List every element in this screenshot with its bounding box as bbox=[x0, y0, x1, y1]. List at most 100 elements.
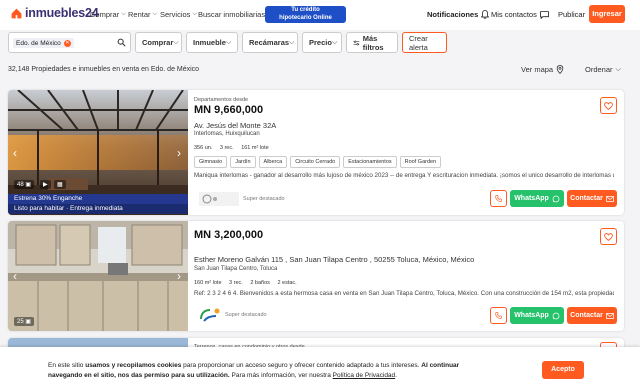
phone-icon[interactable] bbox=[490, 307, 507, 324]
credit-line-2: hipotecario Online bbox=[279, 14, 332, 21]
previous-photo-icon[interactable]: ‹ bbox=[10, 269, 20, 283]
close-icon[interactable]: ✕ bbox=[63, 39, 71, 47]
nav-rentar[interactable]: Rentar ⌵ bbox=[128, 10, 157, 19]
accept-cookies-button[interactable]: Acepto bbox=[542, 361, 584, 379]
more-filters-button[interactable]: Más filtros bbox=[346, 32, 398, 53]
chevron-down-icon: ⌵ bbox=[615, 65, 621, 73]
chevron-down-icon: ⌵ bbox=[289, 38, 295, 46]
search-icon[interactable] bbox=[117, 38, 126, 47]
contact-button[interactable]: Contactar bbox=[567, 307, 617, 324]
nav-servicios[interactable]: Servicios ⌵ bbox=[160, 10, 197, 19]
sliders-icon bbox=[353, 40, 360, 45]
feature-bedrooms: 3 rec. bbox=[229, 280, 243, 286]
sort-dropdown[interactable]: Ordenar ⌵ bbox=[585, 65, 621, 74]
feature-bedrooms: 3 rec. bbox=[219, 145, 234, 151]
nav-buscar-label: Buscar inmobiliarias bbox=[198, 10, 266, 19]
contacts-link[interactable]: Mis contactos bbox=[491, 10, 549, 19]
listing-description: Ref: 2 3 2 4 6 4. Bienvenidos a esta her… bbox=[194, 290, 614, 297]
listing-card[interactable]: ‹ › 25 ▣ MN 3,200,000 Esther Moreno Galv… bbox=[8, 221, 624, 331]
amenity-tag: Roof Garden bbox=[399, 156, 442, 168]
publisher-label: Super destacado bbox=[243, 196, 285, 202]
floorplan-icon: ▦ bbox=[54, 180, 66, 189]
listing-photo[interactable]: ‹ › 48 ▣ ▶ ▦ Estrena 30% Enganche Listo … bbox=[8, 90, 188, 215]
listing-card[interactable]: ‹ › 48 ▣ ▶ ▦ Estrena 30% Enganche Listo … bbox=[8, 90, 624, 215]
next-photo-icon[interactable]: › bbox=[174, 146, 184, 160]
listing-address[interactable]: Av. Jesús del Monte 32A bbox=[194, 121, 276, 130]
price-filter-button[interactable]: Precio ⌵ bbox=[302, 32, 342, 53]
chevron-down-icon: ⌵ bbox=[152, 11, 158, 17]
feature-bathrooms: 2 baños bbox=[250, 280, 270, 286]
cookie-text-part: . bbox=[395, 372, 397, 379]
favorite-heart-icon[interactable] bbox=[600, 228, 617, 245]
property-photo-image bbox=[8, 221, 188, 331]
property-type-filter-button[interactable]: Inmueble ⌵ bbox=[186, 32, 238, 53]
envelope-icon bbox=[605, 312, 614, 319]
privacy-policy-link[interactable]: Política de Privacidad bbox=[333, 372, 396, 379]
heart-icon bbox=[604, 101, 613, 110]
amenity-tags: Gimnasio Jardín Alberca Circuito Cerrado… bbox=[194, 156, 444, 168]
amenity-tag: Jardín bbox=[230, 156, 256, 168]
phone-glyph-icon bbox=[495, 312, 502, 319]
listing-features: 356 un. 3 rec. 161 m² lote bbox=[194, 145, 269, 151]
camera-icon: ▣ bbox=[25, 182, 32, 188]
property-type: Departamentos desde bbox=[194, 97, 249, 103]
publisher-logo-image bbox=[200, 308, 220, 322]
view-map-link[interactable]: Ver mapa bbox=[521, 65, 564, 74]
whatsapp-button[interactable]: WhatsApp bbox=[510, 307, 564, 324]
phone-icon[interactable] bbox=[490, 190, 507, 207]
previous-photo-icon[interactable]: ‹ bbox=[10, 146, 20, 160]
property-type-filter-label: Inmueble bbox=[193, 38, 226, 47]
nav-rentar-label: Rentar bbox=[128, 10, 151, 19]
listing-location: San Juan Tilapa Centro, Toluca bbox=[194, 266, 278, 272]
nav-comprar[interactable]: Comprar ⌵ bbox=[90, 10, 126, 19]
feature-parking: 2 estac. bbox=[277, 280, 297, 286]
view-map-label: Ver mapa bbox=[521, 65, 554, 74]
cookie-text: En este sitio usamos y recopilamos cooki… bbox=[48, 361, 488, 381]
contact-button[interactable]: Contactar bbox=[567, 190, 617, 207]
nav-buscar-inmobiliarias[interactable]: Buscar inmobiliarias bbox=[198, 10, 265, 19]
cookie-text-part: En este sitio bbox=[48, 362, 86, 369]
bedrooms-filter-label: Recámaras bbox=[249, 38, 290, 47]
mortgage-credit-button[interactable]: Tu crédito hipotecario Online bbox=[265, 6, 346, 23]
chevron-down-icon: ⌵ bbox=[192, 11, 197, 17]
location-chip-label: Edo. de México bbox=[16, 39, 61, 47]
nav-comprar-label: Comprar bbox=[90, 10, 120, 19]
publish-link[interactable]: Publicar bbox=[558, 10, 585, 19]
operation-filter-button[interactable]: Comprar ⌵ bbox=[135, 32, 182, 53]
location-search-input[interactable]: Edo. de México ✕ bbox=[8, 32, 131, 53]
map-pin-icon bbox=[556, 65, 564, 74]
amenity-tag: Circuito Cerrado bbox=[290, 156, 341, 168]
availability-banner: Listo para habitar · Entrega inmediata bbox=[8, 204, 188, 214]
whatsapp-label: WhatsApp bbox=[514, 312, 549, 319]
login-button[interactable]: Ingresar bbox=[589, 5, 625, 23]
contact-label: Contactar bbox=[570, 195, 603, 202]
whatsapp-button[interactable]: WhatsApp bbox=[510, 190, 564, 207]
listing-address[interactable]: Esther Moreno Galván 115 , San Juan Tila… bbox=[194, 255, 474, 264]
bell-icon bbox=[481, 10, 490, 19]
feature-lot: 160 m² lote bbox=[194, 280, 222, 286]
chevron-down-icon: ⌵ bbox=[173, 38, 179, 46]
whatsapp-icon bbox=[552, 195, 560, 202]
publisher-logo[interactable]: Super destacado bbox=[199, 192, 285, 206]
phone-glyph-icon bbox=[495, 195, 502, 202]
publisher-label: Super destacado bbox=[225, 312, 267, 318]
site-logo[interactable]: inmuebles24 bbox=[10, 6, 99, 20]
favorite-heart-icon[interactable] bbox=[600, 97, 617, 114]
bedrooms-filter-button[interactable]: Recámaras ⌵ bbox=[242, 32, 298, 53]
create-alert-label: Crear alerta bbox=[409, 33, 428, 52]
listing-actions: WhatsApp Contactar bbox=[490, 190, 617, 207]
credit-line-1: Tu crédito bbox=[291, 7, 320, 13]
feature-units: 356 un. bbox=[194, 145, 213, 151]
contact-label: Contactar bbox=[570, 312, 603, 319]
location-chip[interactable]: Edo. de México ✕ bbox=[13, 38, 74, 48]
more-filters-label: Más filtros bbox=[362, 33, 384, 52]
chevron-down-icon: ⌵ bbox=[225, 38, 232, 46]
next-photo-icon[interactable]: › bbox=[174, 269, 184, 283]
whatsapp-label: WhatsApp bbox=[514, 195, 549, 202]
create-alert-button[interactable]: Crear alerta bbox=[402, 32, 447, 53]
amenity-tag: Alberca bbox=[258, 156, 288, 168]
publisher-logo[interactable]: Super destacado bbox=[199, 307, 267, 323]
listing-photo[interactable]: ‹ › 25 ▣ bbox=[8, 221, 188, 331]
notifications-link[interactable]: Notificaciones bbox=[427, 10, 490, 19]
photo-count: 48 ▣ bbox=[14, 180, 35, 189]
